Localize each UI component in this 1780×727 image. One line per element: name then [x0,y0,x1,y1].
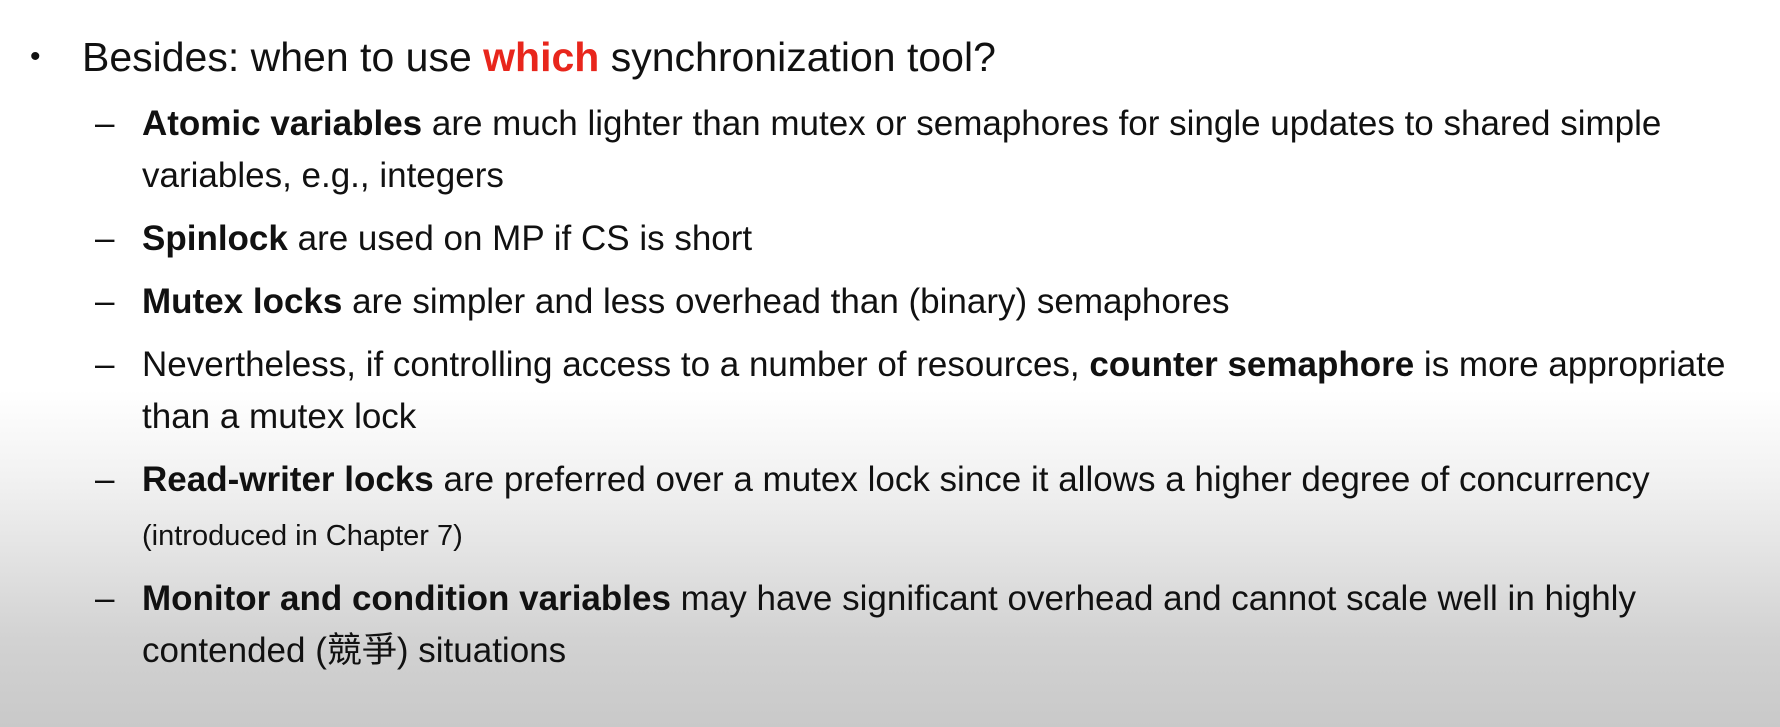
term-read-writer-locks: Read-writer locks [142,460,434,499]
dash-marker: – [95,104,115,143]
sub-bullet-text: Nevertheless, if controlling access to a… [142,339,1742,443]
term-monitor-condition-variables: Monitor and condition variables [142,579,671,618]
description: are preferred over a mutex lock since it… [433,460,1650,499]
main-bullet-suffix: synchronization tool? [599,34,996,80]
dash-marker: – [95,579,115,618]
sub-bullet-text: Read-writer locks are preferred over a m… [142,454,1742,562]
main-bullet-text: Besides: when to use which synchronizati… [82,30,996,84]
sub-bullet-atomic-variables: – Atomic variables are much lighter than… [95,98,1745,202]
sub-bullet-text: Atomic variables are much lighter than m… [142,98,1742,202]
sub-bullet-spinlock: – Spinlock are used on MP if CS is short [95,213,1745,265]
sub-bullet-mutex-locks: – Mutex locks are simpler and less overh… [95,276,1745,328]
term-spinlock: Spinlock [142,219,288,258]
sub-bullet-text: Mutex locks are simpler and less overhea… [142,276,1742,328]
dash-marker: – [95,460,115,499]
slide: • Besides: when to use which synchroniza… [0,0,1780,727]
chapter-note: (introduced in Chapter 7) [142,520,463,552]
description-before: Nevertheless, if controlling access to a… [142,345,1090,384]
dash-marker: – [95,282,115,321]
dash-marker: – [95,345,115,384]
term-atomic-variables: Atomic variables [142,104,423,143]
sub-bullet-monitor-condition-variables: – Monitor and condition variables may ha… [95,573,1745,677]
sub-bullet-list: – Atomic variables are much lighter than… [95,98,1745,688]
dash-marker: – [95,219,115,258]
main-bullet: • Besides: when to use which synchroniza… [28,30,996,84]
term-counter-semaphore: counter semaphore [1089,345,1415,384]
description-tail: ) situations [396,631,567,670]
sub-bullet-read-writer-locks: – Read-writer locks are preferred over a… [95,454,1745,562]
main-bullet-prefix: Besides: when to use [82,34,484,80]
cjk-term: 競爭 [326,631,397,671]
description: are used on MP if CS is short [287,219,753,258]
sub-bullet-text: Monitor and condition variables may have… [142,573,1742,677]
sub-bullet-text: Spinlock are used on MP if CS is short [142,213,1742,265]
main-bullet-highlight: which [483,34,600,80]
bullet-dot: • [30,40,41,73]
term-mutex-locks: Mutex locks [142,282,343,321]
description: are simpler and less overhead than (bina… [342,282,1230,321]
sub-bullet-counter-semaphore: – Nevertheless, if controlling access to… [95,339,1745,443]
